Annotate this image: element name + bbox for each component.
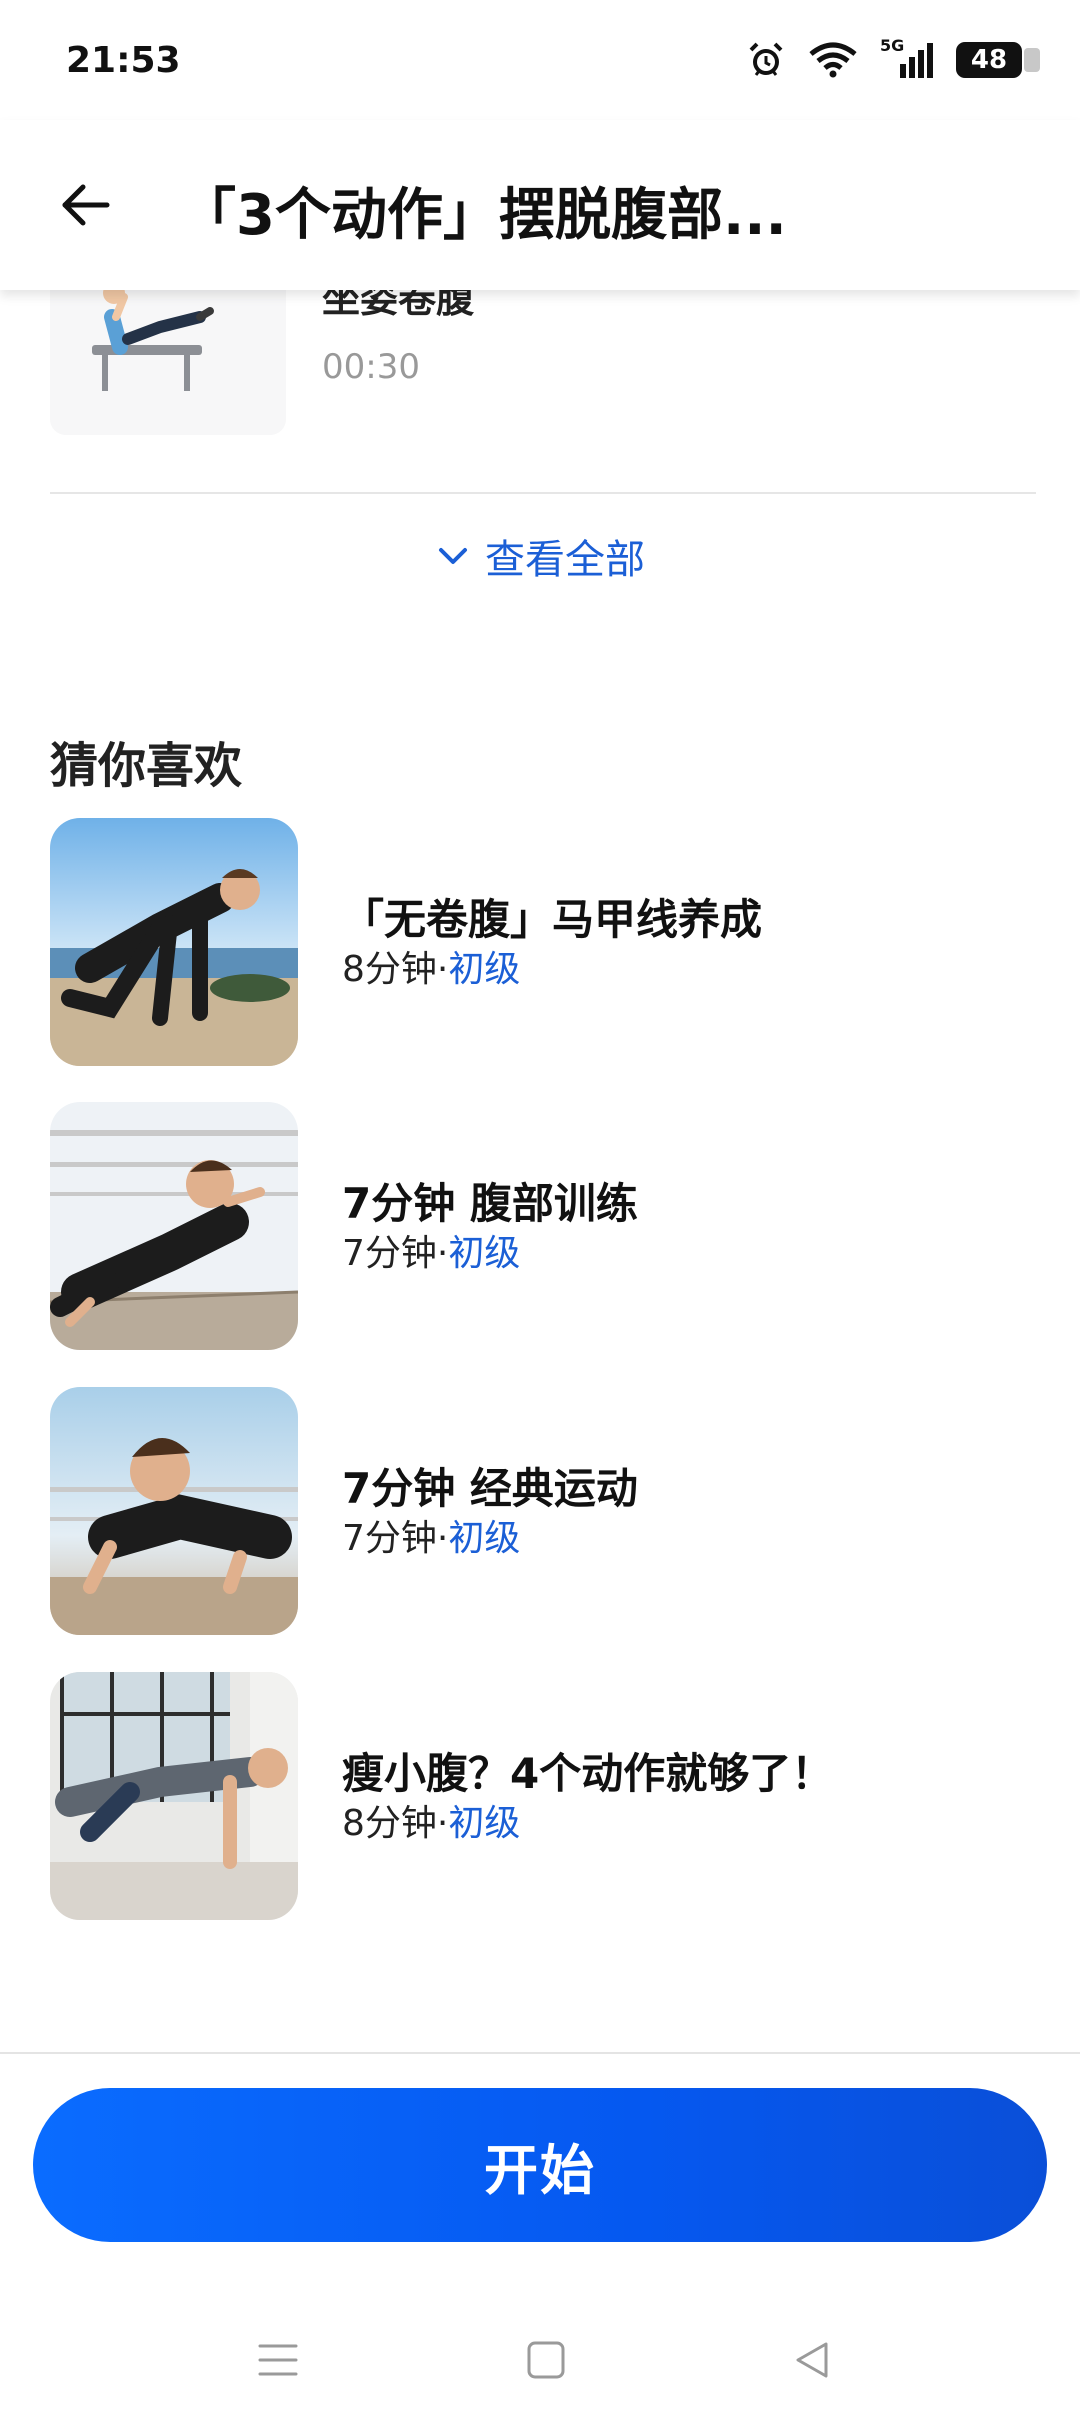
workout-thumbnail [50, 818, 298, 1066]
workout-level: 初级 [448, 1233, 521, 1274]
triangle-back-icon [796, 2342, 828, 2378]
workout-level: 初级 [448, 949, 521, 990]
alarm-icon [746, 40, 786, 80]
workout-duration: 8分钟 [342, 1803, 437, 1844]
recommendation-item[interactable]: 瘦小腹？4个动作就够了！ 8分钟·初级 [50, 1672, 1040, 1920]
system-navigation-bar [0, 2290, 1080, 2414]
chevron-down-icon [439, 548, 467, 564]
meta-separator: · [436, 1518, 449, 1559]
meta-separator: · [436, 1803, 449, 1844]
battery-icon: 48 [956, 42, 1040, 78]
view-all-button[interactable]: 查看全部 [0, 526, 1080, 586]
workout-title: 瘦小腹？4个动作就够了！ [342, 1749, 834, 1798]
menu-icon [258, 2344, 298, 2376]
divider [50, 492, 1036, 494]
wifi-icon [808, 42, 858, 78]
workout-meta: 8分钟·初级 [342, 940, 520, 992]
meta-separator: · [436, 949, 449, 990]
workout-duration: 7分钟 [342, 1233, 437, 1274]
workout-thumbnail [50, 1387, 298, 1635]
home-button[interactable] [506, 2320, 586, 2400]
recommendation-item[interactable]: 7分钟 经典运动 7分钟·初级 [50, 1387, 1040, 1635]
exercise-duration: 00:30 [322, 347, 420, 387]
home-square-icon [527, 2341, 565, 2379]
status-time: 21:53 [66, 40, 181, 81]
workout-meta: 7分钟·初级 [342, 1509, 520, 1561]
workout-meta: 7分钟·初级 [342, 1224, 520, 1276]
menu-button[interactable] [238, 2320, 318, 2400]
workout-level: 初级 [448, 1803, 521, 1844]
arrow-left-icon [62, 184, 110, 226]
workout-title: 7分钟 腹部训练 [342, 1179, 638, 1228]
app-header: 「3个动作」摆脱腹部... [0, 120, 1080, 290]
battery-level: 48 [970, 45, 1008, 75]
workout-title: 7分钟 经典运动 [342, 1464, 638, 1513]
workout-title: 「无卷腹」马甲线养成 [342, 895, 763, 944]
workout-duration: 7分钟 [342, 1518, 437, 1559]
divider [0, 2052, 1080, 2054]
recommendation-item[interactable]: 「无卷腹」马甲线养成 8分钟·初级 [50, 818, 1040, 1066]
workout-level: 初级 [448, 1518, 521, 1559]
status-icons: 5G 48 [746, 36, 1040, 80]
start-button-label: 开始 [484, 2138, 596, 2202]
cellular-signal-icon: 5G [880, 36, 934, 80]
page-title: 「3个动作」摆脱腹部... [180, 183, 787, 248]
status-bar: 21:53 5G 48 [0, 0, 1080, 120]
back-button[interactable] [52, 172, 118, 238]
section-title: 猜你喜欢 [50, 738, 243, 794]
system-back-button[interactable] [772, 2320, 852, 2400]
workout-duration: 8分钟 [342, 949, 437, 990]
workout-thumbnail [50, 1672, 298, 1920]
view-all-label: 查看全部 [485, 537, 645, 583]
start-button[interactable]: 开始 [33, 2088, 1047, 2242]
meta-separator: · [436, 1233, 449, 1274]
recommendation-item[interactable]: 7分钟 腹部训练 7分钟·初级 [50, 1102, 1040, 1350]
workout-thumbnail [50, 1102, 298, 1350]
workout-meta: 8分钟·初级 [342, 1794, 520, 1846]
